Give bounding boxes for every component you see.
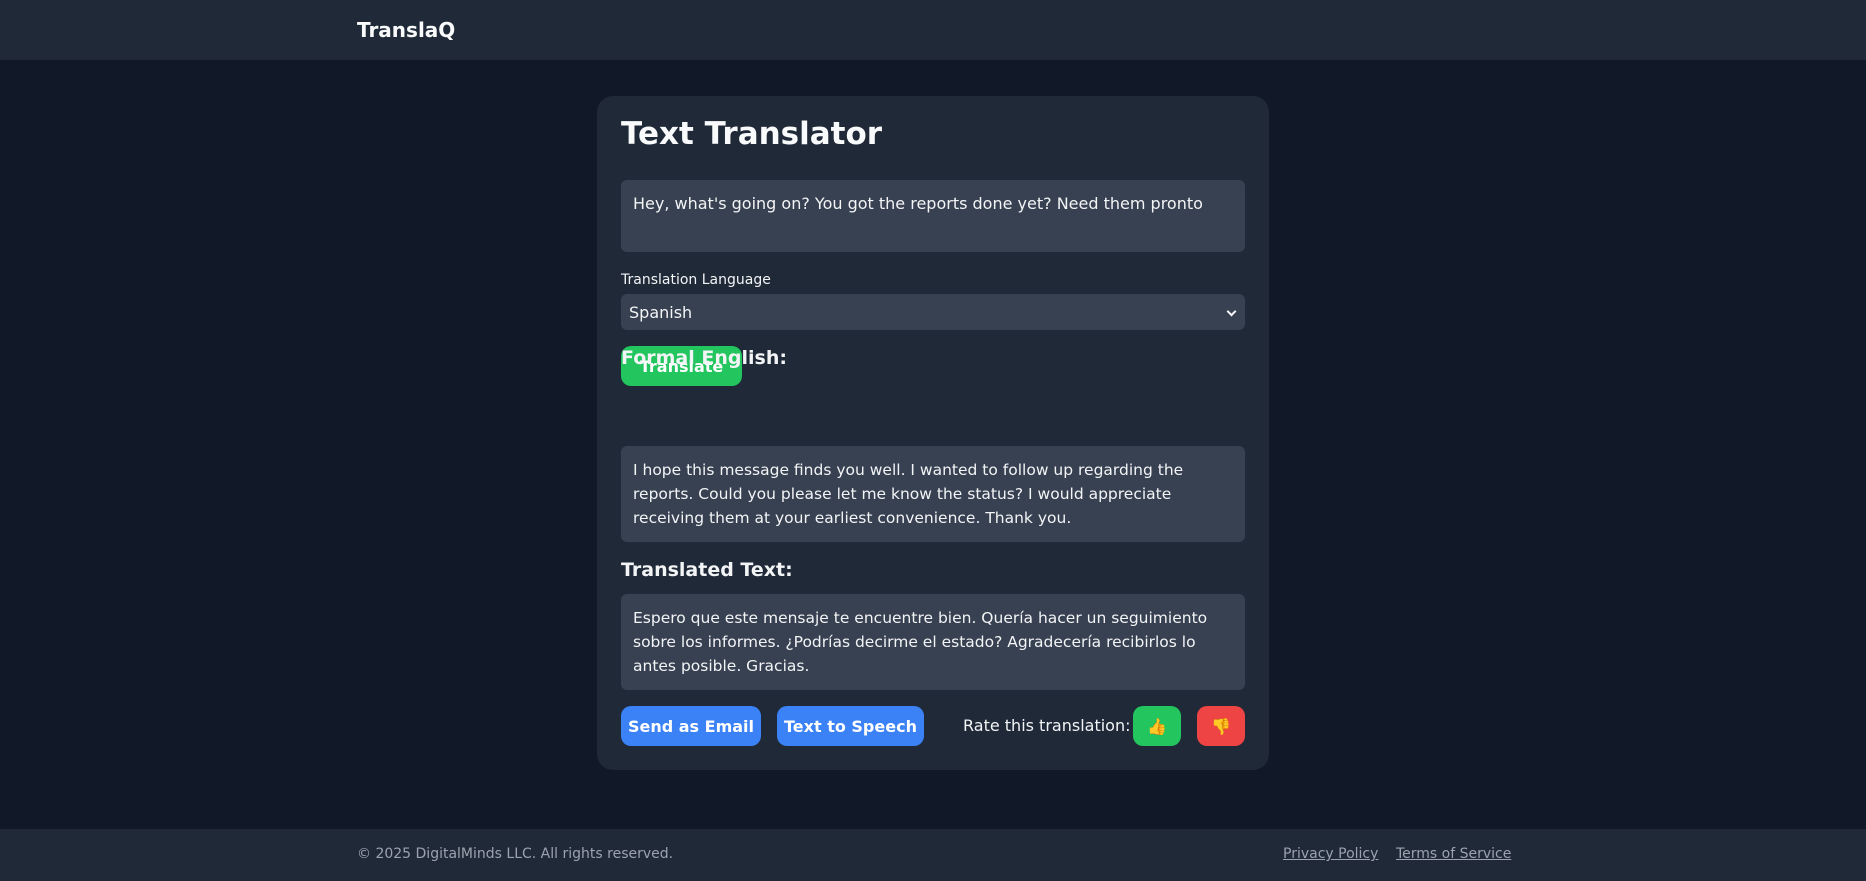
privacy-policy-link[interactable]: Privacy Policy [1283,846,1378,862]
language-label: Translation Language [621,272,771,288]
footer: © 2025 DigitalMinds LLC. All rights rese… [0,829,1866,881]
thumbs-up-icon: 👍 [1147,716,1167,736]
thumbs-down-icon: 👎 [1211,716,1231,736]
formal-english-heading: Formal English: [621,347,787,369]
chevron-down-icon [1226,306,1237,317]
language-select[interactable]: Spanish [621,294,1245,330]
send-email-button[interactable]: Send as Email [621,706,761,746]
brand-logo[interactable]: TranslaQ [357,18,455,42]
translator-card: Text Translator Hey, what's going on? Yo… [597,96,1269,770]
formal-english-output: I hope this message finds you well. I wa… [621,446,1245,542]
source-text-input[interactable]: Hey, what's going on? You got the report… [621,180,1245,252]
thumbs-down-button[interactable]: 👎 [1197,706,1245,746]
translated-text-output: Espero que este mensaje te encuentre bie… [621,594,1245,690]
translated-text-heading: Translated Text: [621,559,793,581]
terms-of-service-link[interactable]: Terms of Service [1396,846,1511,862]
thumbs-up-button[interactable]: 👍 [1133,706,1181,746]
rate-label: Rate this translation: [963,716,1131,735]
top-navbar: TranslaQ [0,0,1866,60]
text-to-speech-button[interactable]: Text to Speech [777,706,924,746]
copyright-text: © 2025 DigitalMinds LLC. All rights rese… [357,846,674,862]
page-title: Text Translator [621,116,883,152]
language-selected-value: Spanish [629,303,693,322]
